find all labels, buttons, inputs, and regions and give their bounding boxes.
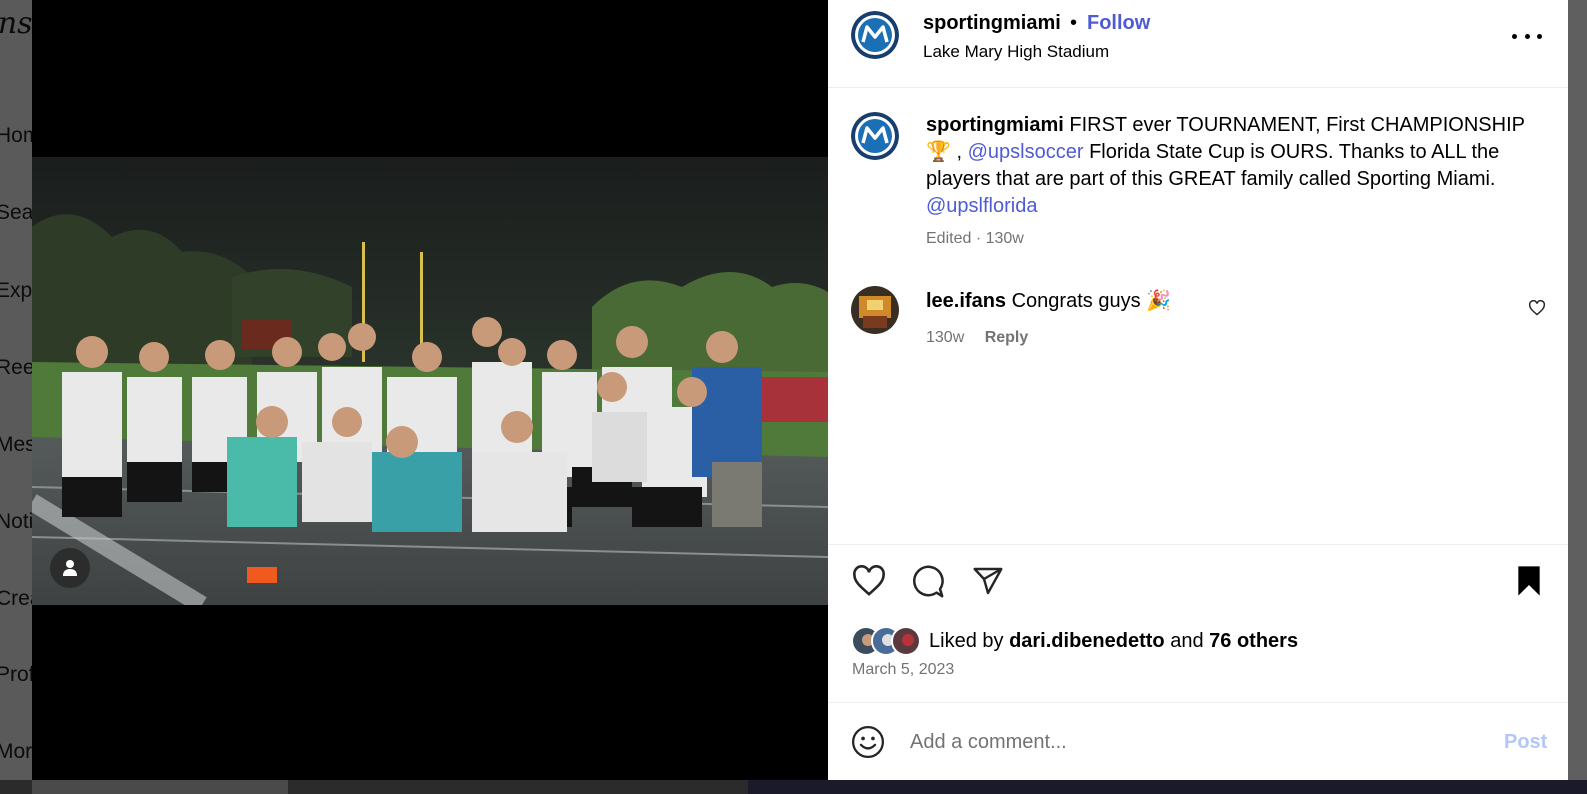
caption-author-avatar[interactable] <box>851 112 899 160</box>
save-button[interactable] <box>1514 565 1544 602</box>
comment-row: lee.ifans Congrats guys 🎉 130w Reply <box>828 286 1568 356</box>
action-bar: Liked by dari.dibenedetto and 76 others … <box>828 544 1568 702</box>
nav-item-notifications: Notifications <box>0 510 32 533</box>
heart-icon <box>1528 299 1546 316</box>
comment-time: 130w <box>926 329 965 346</box>
ellipsis-icon <box>1512 33 1517 39</box>
comment-body: Congrats guys <box>1011 290 1141 312</box>
follow-button[interactable]: Follow <box>1087 12 1150 35</box>
nav-item-reels: Reels <box>0 356 32 379</box>
background-sidebar: Instagram Home Search Explore Reels Mess… <box>0 0 32 794</box>
taskbar-segment <box>748 780 1587 794</box>
post-header: sportingmiami • Follow Lake Mary High St… <box>828 0 1568 88</box>
author-username[interactable]: sportingmiami <box>923 12 1061 35</box>
nav-item-home: Home <box>0 124 32 147</box>
post-location[interactable]: Lake Mary High Stadium <box>923 42 1109 62</box>
app-logo: Instagram <box>0 6 32 41</box>
caption-text: sportingmiami FIRST ever TOURNAMENT, Fir… <box>926 112 1526 220</box>
nav-item-more: More <box>0 740 32 763</box>
comment-bubble-icon <box>912 565 944 598</box>
comment-text: lee.ifans Congrats guys 🎉 <box>926 288 1171 313</box>
liked-by-prefix: Liked by <box>929 629 1004 652</box>
nav-item-profile: Profile <box>0 663 32 686</box>
caption-part-2: , <box>950 141 963 163</box>
post-details-panel: sportingmiami • Follow Lake Mary High St… <box>828 0 1568 780</box>
comment-username[interactable]: lee.ifans <box>926 290 1006 312</box>
sporting-miami-logo <box>851 112 899 160</box>
separator-dot: • <box>1070 12 1078 34</box>
party-emoji: 🎉 <box>1146 290 1172 312</box>
ellipsis-icon <box>1537 33 1542 39</box>
more-options-button[interactable] <box>1512 24 1542 48</box>
first-liker-username[interactable]: dari.dibenedetto <box>1009 630 1165 652</box>
reply-button[interactable]: Reply <box>985 329 1029 346</box>
caption-meta: Edited · 130w <box>926 230 1024 247</box>
nav-item-explore: Explore <box>0 279 32 302</box>
nav-item-messages: Messages <box>0 433 32 456</box>
caption-username[interactable]: sportingmiami <box>926 114 1064 136</box>
liked-by-and: and <box>1170 629 1204 652</box>
ellipsis-icon <box>1524 33 1530 39</box>
bookmark-filled-icon <box>1518 566 1540 596</box>
paper-plane-icon <box>973 567 1003 595</box>
author-avatar[interactable] <box>851 11 899 59</box>
emoji-button[interactable] <box>851 725 885 764</box>
mention-upslsoccer[interactable]: @upslsoccer <box>968 141 1084 163</box>
liker-avatar[interactable] <box>891 626 921 656</box>
post-comment-button[interactable]: Post <box>1504 731 1547 754</box>
taskbar-segment <box>32 780 288 794</box>
mention-upslflorida[interactable]: @upslflorida <box>926 195 1037 217</box>
commenter-avatar[interactable] <box>851 286 899 334</box>
add-comment-bar: Post <box>828 702 1568 780</box>
comment-input[interactable] <box>910 725 1470 759</box>
liked-by-row: Liked by dari.dibenedetto and 76 others <box>851 625 1298 657</box>
sporting-miami-logo <box>851 11 899 59</box>
trophy-emoji: 🏆 <box>926 141 951 163</box>
post-media-panel <box>32 0 828 780</box>
taskbar-strip <box>0 780 1587 794</box>
comment-like-button[interactable] <box>1528 299 1546 321</box>
nav-item-search: Search <box>0 201 32 224</box>
post-photo[interactable] <box>32 157 828 605</box>
others-likes-link[interactable]: 76 others <box>1209 630 1298 652</box>
liked-by-text: Liked by dari.dibenedetto and 76 others <box>929 630 1298 653</box>
heart-icon <box>853 565 885 596</box>
team-celebration-photo <box>32 157 828 605</box>
person-icon <box>63 560 77 576</box>
smiley-face-icon <box>851 725 885 759</box>
comment-button[interactable] <box>911 565 945 604</box>
commenter-photo <box>851 286 899 334</box>
caption-part-1: FIRST ever TOURNAMENT, First CHAMPIONSHI… <box>1069 114 1525 136</box>
liker-photo <box>893 628 919 654</box>
share-button[interactable] <box>971 565 1005 602</box>
nav-item-create: Create <box>0 587 32 610</box>
user-tag-button[interactable] <box>50 548 90 588</box>
comment-meta: 130w Reply <box>926 329 1028 347</box>
post-date[interactable]: March 5, 2023 <box>852 661 954 679</box>
like-button[interactable] <box>851 565 887 602</box>
